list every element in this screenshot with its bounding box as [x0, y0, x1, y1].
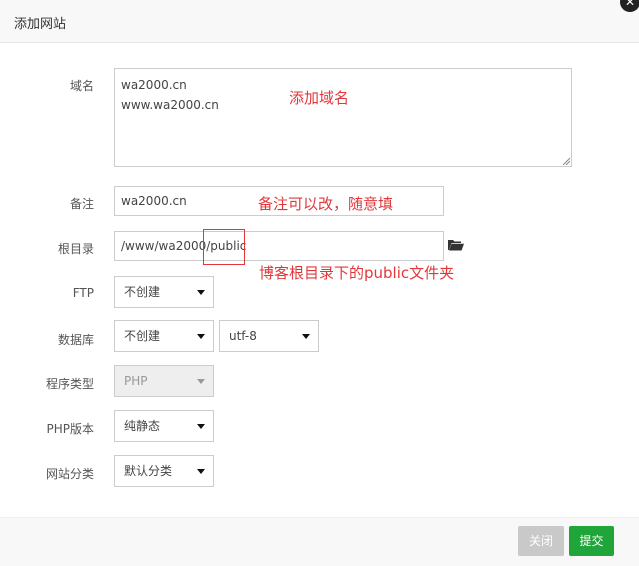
- category-select[interactable]: 默认分类: [114, 455, 214, 487]
- ftp-select-value: 不创建: [124, 285, 161, 299]
- dialog-titlebar: 添加网站: [0, 0, 639, 43]
- root-label: 根目录: [57, 242, 94, 256]
- chevron-down-icon: [197, 379, 205, 384]
- resize-grip-icon[interactable]: [562, 157, 570, 165]
- chevron-down-icon: [197, 469, 205, 474]
- submit-button[interactable]: 提交: [569, 526, 614, 556]
- database-select-value: 不创建: [124, 329, 161, 343]
- chevron-down-icon: [197, 424, 205, 429]
- category-label: 网站分类: [45, 467, 94, 481]
- public-highlight-box: [203, 229, 245, 265]
- domain-label: 域名: [69, 79, 94, 93]
- chevron-down-icon: [302, 334, 310, 339]
- root-path-input[interactable]: /www/wa2000/public: [114, 231, 444, 261]
- database-label: 数据库: [57, 333, 94, 347]
- program-type-select: PHP: [114, 365, 214, 397]
- ftp-select[interactable]: 不创建: [114, 276, 214, 308]
- domain-textarea[interactable]: wa2000.cn www.wa2000.cn: [114, 68, 572, 167]
- ftp-label: FTP: [72, 286, 94, 300]
- chevron-down-icon: [197, 334, 205, 339]
- program-type-label: 程序类型: [45, 377, 94, 391]
- annotation-root: 博客根目录下的public文件夹: [259, 264, 455, 282]
- php-version-label: PHP版本: [46, 422, 95, 436]
- folder-open-icon[interactable]: [448, 239, 464, 251]
- annotation-remark: 备注可以改，随意填: [258, 195, 394, 213]
- remark-label: 备注: [69, 197, 94, 211]
- php-version-value: 纯静态: [124, 419, 161, 433]
- annotation-domain: 添加域名: [289, 89, 350, 107]
- php-version-select[interactable]: 纯静态: [114, 410, 214, 442]
- dialog-title: 添加网站: [14, 17, 67, 32]
- charset-select[interactable]: utf-8: [219, 320, 319, 352]
- database-select[interactable]: 不创建: [114, 320, 214, 352]
- chevron-down-icon: [197, 290, 205, 295]
- program-type-value: PHP: [124, 374, 148, 388]
- charset-select-value: utf-8: [229, 329, 257, 343]
- category-value: 默认分类: [124, 464, 173, 478]
- close-button[interactable]: 关闭: [518, 526, 564, 556]
